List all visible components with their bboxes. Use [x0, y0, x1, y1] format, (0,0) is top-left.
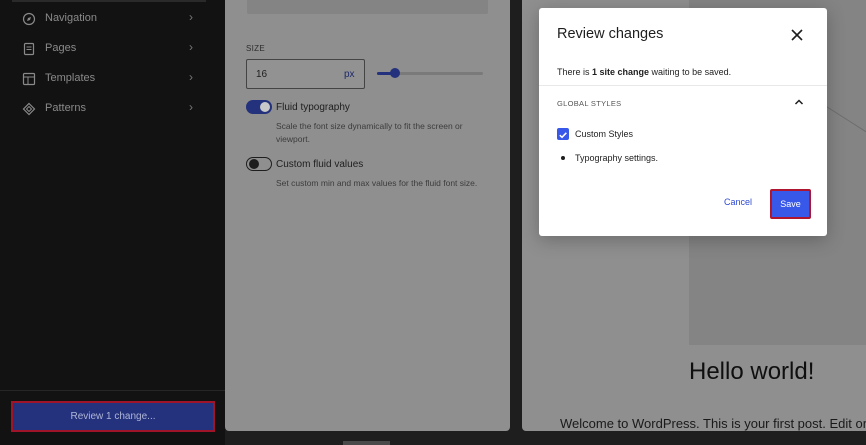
custom-styles-label: Custom Styles	[575, 129, 634, 139]
preview-heading: Hello world!	[689, 358, 815, 385]
global-styles-section-label[interactable]: GLOBAL STYLES	[557, 99, 621, 108]
close-icon[interactable]	[789, 27, 805, 43]
sidebar-item-templates[interactable]: Templates ›	[0, 64, 210, 94]
sidebar: Navigation › Pages › Templates › Pattern…	[0, 0, 225, 445]
panel-preview-box	[247, 0, 488, 14]
checkmark-icon	[559, 132, 567, 139]
custom-fluid-values-toggle[interactable]	[246, 157, 272, 171]
dialog-message-suffix: waiting to be saved.	[649, 67, 732, 77]
font-size-value: 16	[256, 69, 268, 80]
review-changes-dialog: Review changes There is 1 site change wa…	[539, 8, 827, 236]
sidebar-top-divider	[12, 0, 206, 2]
save-button[interactable]: Save	[770, 189, 811, 219]
chevron-right-icon: ›	[189, 40, 193, 54]
bullet-dot	[561, 156, 565, 160]
fluid-typography-help: Scale the font size dynamically to fit t…	[276, 121, 463, 144]
fluid-typography-label: Fluid typography	[276, 102, 350, 113]
patterns-icon	[22, 102, 36, 116]
chevron-up-icon[interactable]	[793, 96, 805, 108]
dialog-message: There is 1 site change waiting to be sav…	[557, 67, 731, 77]
navigation-icon	[22, 12, 36, 26]
fluid-typography-toggle[interactable]	[246, 100, 272, 114]
review-changes-button[interactable]: Review 1 change...	[11, 401, 215, 432]
bottom-strip	[225, 431, 866, 445]
font-size-slider-thumb[interactable]	[390, 68, 400, 78]
change-item: Typography settings.	[575, 153, 659, 163]
custom-styles-checkbox[interactable]	[557, 128, 569, 140]
font-size-unit-select[interactable]: px	[344, 69, 355, 80]
templates-icon	[22, 72, 36, 86]
sidebar-item-pages[interactable]: Pages ›	[0, 34, 210, 64]
resize-handle[interactable]	[343, 441, 390, 445]
cancel-button[interactable]: Cancel	[724, 197, 752, 207]
custom-fluid-values-label: Custom fluid values	[276, 159, 364, 170]
dialog-message-count: 1 site change	[592, 67, 650, 77]
sidebar-item-patterns[interactable]: Patterns ›	[0, 94, 210, 124]
size-label: SIZE	[246, 44, 265, 53]
dialog-message-prefix: There is	[557, 67, 593, 77]
site-editor: Navigation › Pages › Templates › Pattern…	[0, 0, 866, 445]
sidebar-item-navigation[interactable]: Navigation ›	[0, 4, 210, 34]
chevron-right-icon: ›	[189, 70, 193, 84]
typography-panel: SIZE 16 px Fluid typography Scale the fo…	[225, 0, 510, 431]
dialog-divider	[539, 85, 827, 86]
sidebar-item-label: Navigation	[45, 12, 97, 24]
sidebar-item-label: Pages	[45, 42, 77, 54]
chevron-right-icon: ›	[189, 100, 193, 114]
custom-fluid-values-help: Set custom min and max values for the fl…	[276, 178, 478, 188]
pages-icon	[23, 42, 35, 56]
sidebar-divider	[0, 390, 225, 391]
chevron-right-icon: ›	[189, 10, 193, 24]
preview-paragraph: Welcome to WordPress. This is your first…	[560, 416, 866, 431]
font-size-input[interactable]: 16 px	[246, 59, 365, 89]
dialog-title: Review changes	[557, 26, 664, 42]
sidebar-item-label: Templates	[45, 72, 96, 84]
sidebar-item-label: Patterns	[45, 102, 86, 114]
